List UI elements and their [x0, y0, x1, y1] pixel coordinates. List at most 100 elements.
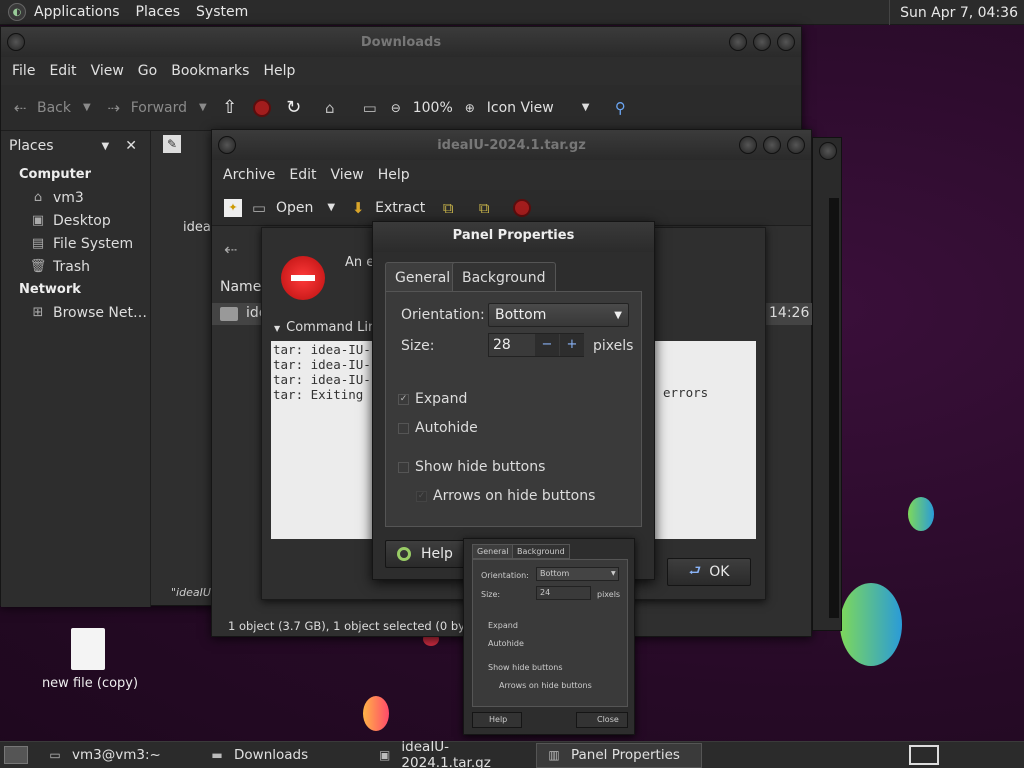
open-button[interactable]: ▭ Open ▼	[250, 199, 335, 217]
decrement-icon[interactable]: −	[535, 334, 559, 356]
minimize-button[interactable]	[729, 33, 747, 51]
zoom-in-icon[interactable]: ⊕	[461, 99, 479, 117]
taskbar-item-terminal[interactable]: ▭ vm3@vm3:~	[38, 743, 198, 768]
up-arrow-icon[interactable]: ⇧	[221, 98, 239, 117]
menu-view[interactable]: View	[91, 63, 124, 79]
menu-view[interactable]: View	[331, 167, 364, 183]
reload-icon[interactable]: ↻	[285, 98, 303, 117]
menu-edit[interactable]: Edit	[49, 63, 76, 79]
dialog-titlebar[interactable]: Panel Properties	[373, 222, 654, 252]
decorative-orb	[840, 583, 902, 666]
tab-general[interactable]: General	[385, 262, 461, 292]
menu-archive[interactable]: Archive	[223, 167, 275, 183]
error-icon	[281, 256, 325, 300]
window-menu-button[interactable]	[7, 33, 25, 51]
orientation-select[interactable]: Bottom ▼	[488, 303, 629, 327]
tab-background[interactable]: Background	[452, 262, 556, 292]
chevron-down-icon[interactable]: ▼	[582, 102, 590, 113]
archive-menubar: Archive Edit View Help	[212, 160, 811, 190]
downloads-sidebar: Places ▼ ✕ Computer ⌂ vm3 ▣ Desktop ▤ File …	[1, 131, 151, 607]
stop-icon[interactable]	[252, 98, 271, 117]
forward-button[interactable]: ⇢ Forward ▼	[105, 99, 206, 117]
extract-button[interactable]: ⬇ Extract	[349, 199, 425, 217]
menu-applications[interactable]: Applications	[34, 4, 120, 20]
archive-status: 1 object (3.7 GB), 1 object selected (0 …	[228, 619, 487, 633]
sidebar-item-file-system[interactable]: ▤ File System	[1, 232, 150, 255]
column-header-name[interactable]: Name	[220, 279, 261, 295]
taskbar-item-panel-properties[interactable]: ▥ Panel Properties	[536, 742, 702, 768]
increment-icon[interactable]: +	[560, 334, 584, 356]
thumb-expand: Expand	[488, 621, 518, 630]
size-value[interactable]: 28	[493, 337, 511, 353]
window-thumbnail-preview[interactable]: General Background Orientation: Bottom ▼…	[463, 538, 635, 735]
downloads-status: "ideaIU-	[171, 586, 215, 599]
computer-icon[interactable]: ▭	[361, 99, 379, 117]
row-time: 14:26	[765, 303, 812, 325]
menu-help[interactable]: Help	[263, 63, 295, 79]
menu-go[interactable]: Go	[138, 63, 157, 79]
sidebar-item-vm3[interactable]: ⌂ vm3	[1, 186, 150, 209]
window-menu-button[interactable]	[218, 136, 236, 154]
close-button[interactable]	[819, 142, 837, 160]
sidebar-item-desktop[interactable]: ▣ Desktop	[1, 209, 150, 232]
maximize-button[interactable]	[763, 136, 781, 154]
menu-system[interactable]: System	[196, 4, 248, 20]
taskbar-item-downloads[interactable]: ▬ Downloads	[200, 743, 366, 768]
downloads-titlebar[interactable]: Downloads	[1, 27, 801, 57]
orientation-label: Orientation:	[401, 307, 485, 323]
back-icon[interactable]: ⇠	[224, 240, 237, 259]
menu-file[interactable]: File	[12, 63, 35, 79]
thumb-show-hide: Show hide buttons	[488, 663, 563, 672]
sidebar-item-trash[interactable]: 🗑 Trash	[1, 255, 150, 278]
terminal-icon: ▭	[49, 748, 61, 762]
close-sidebar-icon[interactable]: ✕	[125, 138, 137, 154]
expand-checkbox[interactable]: ✓ Expand	[398, 391, 467, 407]
table-row[interactable]: ide	[212, 303, 267, 325]
scrollbar[interactable]	[829, 198, 839, 618]
distro-logo-icon[interactable]: ◐	[8, 3, 26, 21]
archive-titlebar[interactable]: ideaIU-2024.1.tar.gz	[212, 130, 811, 160]
command-line-expander[interactable]: ▼ Command Lin	[274, 320, 376, 335]
downloads-menubar: File Edit View Go Bookmarks Help	[1, 57, 801, 85]
minimize-button[interactable]	[739, 136, 757, 154]
edit-icon[interactable]: ✎	[163, 135, 181, 153]
window-title: Downloads	[360, 34, 442, 50]
home-icon[interactable]: ⌂	[321, 99, 339, 117]
thumb-size-label: Size:	[481, 590, 501, 599]
panel-properties-icon: ▥	[548, 748, 560, 762]
maximize-button[interactable]	[753, 33, 771, 51]
help-button[interactable]: Help	[385, 540, 465, 568]
new-archive-icon[interactable]: ✦	[224, 198, 242, 217]
menu-places[interactable]: Places	[136, 4, 181, 20]
desktop-file-icon[interactable]: new file (copy)	[40, 628, 140, 698]
extract-icon: ⬇	[351, 198, 365, 217]
stop-icon[interactable]	[513, 198, 532, 217]
menu-edit[interactable]: Edit	[289, 167, 316, 183]
close-button[interactable]	[777, 33, 795, 51]
workspace-switcher[interactable]	[909, 745, 939, 765]
autohide-checkbox[interactable]: Autohide	[398, 420, 478, 436]
menu-help[interactable]: Help	[378, 167, 410, 183]
decorative-orb	[908, 497, 934, 531]
checkbox-unchecked	[398, 461, 409, 473]
archive-icon: ▣	[379, 748, 391, 762]
add-folder-icon[interactable]: ⧉	[475, 199, 493, 217]
clock[interactable]: Sun Apr 7, 04:36	[889, 0, 1024, 25]
add-files-icon[interactable]: ⧉	[439, 199, 457, 217]
output-trailing: errors	[663, 385, 709, 400]
view-mode-select[interactable]: Icon View	[487, 100, 554, 116]
ok-button[interactable]: ⮐ OK	[667, 558, 751, 586]
arrows-on-hide-buttons-checkbox[interactable]: ✓ Arrows on hide buttons	[416, 488, 595, 504]
search-icon[interactable]: ⚲	[611, 99, 629, 117]
places-selector[interactable]: Places ▼ ✕	[1, 133, 150, 159]
sidebar-item-browse-network[interactable]: ⊞ Browse Net…	[1, 301, 150, 324]
back-button[interactable]: ⇠ Back ▼	[11, 99, 91, 117]
taskbar-item-archive[interactable]: ▣ ideaIU-2024.1.tar.gz	[368, 739, 534, 768]
menu-bookmarks[interactable]: Bookmarks	[171, 63, 249, 79]
close-button[interactable]	[787, 136, 805, 154]
thumb-tab-general: General	[472, 544, 514, 559]
size-stepper[interactable]: 28 − +	[488, 333, 584, 357]
show-desktop-icon[interactable]	[4, 746, 28, 764]
show-hide-buttons-checkbox[interactable]: Show hide buttons	[398, 459, 545, 475]
zoom-out-icon[interactable]: ⊖	[387, 99, 405, 117]
